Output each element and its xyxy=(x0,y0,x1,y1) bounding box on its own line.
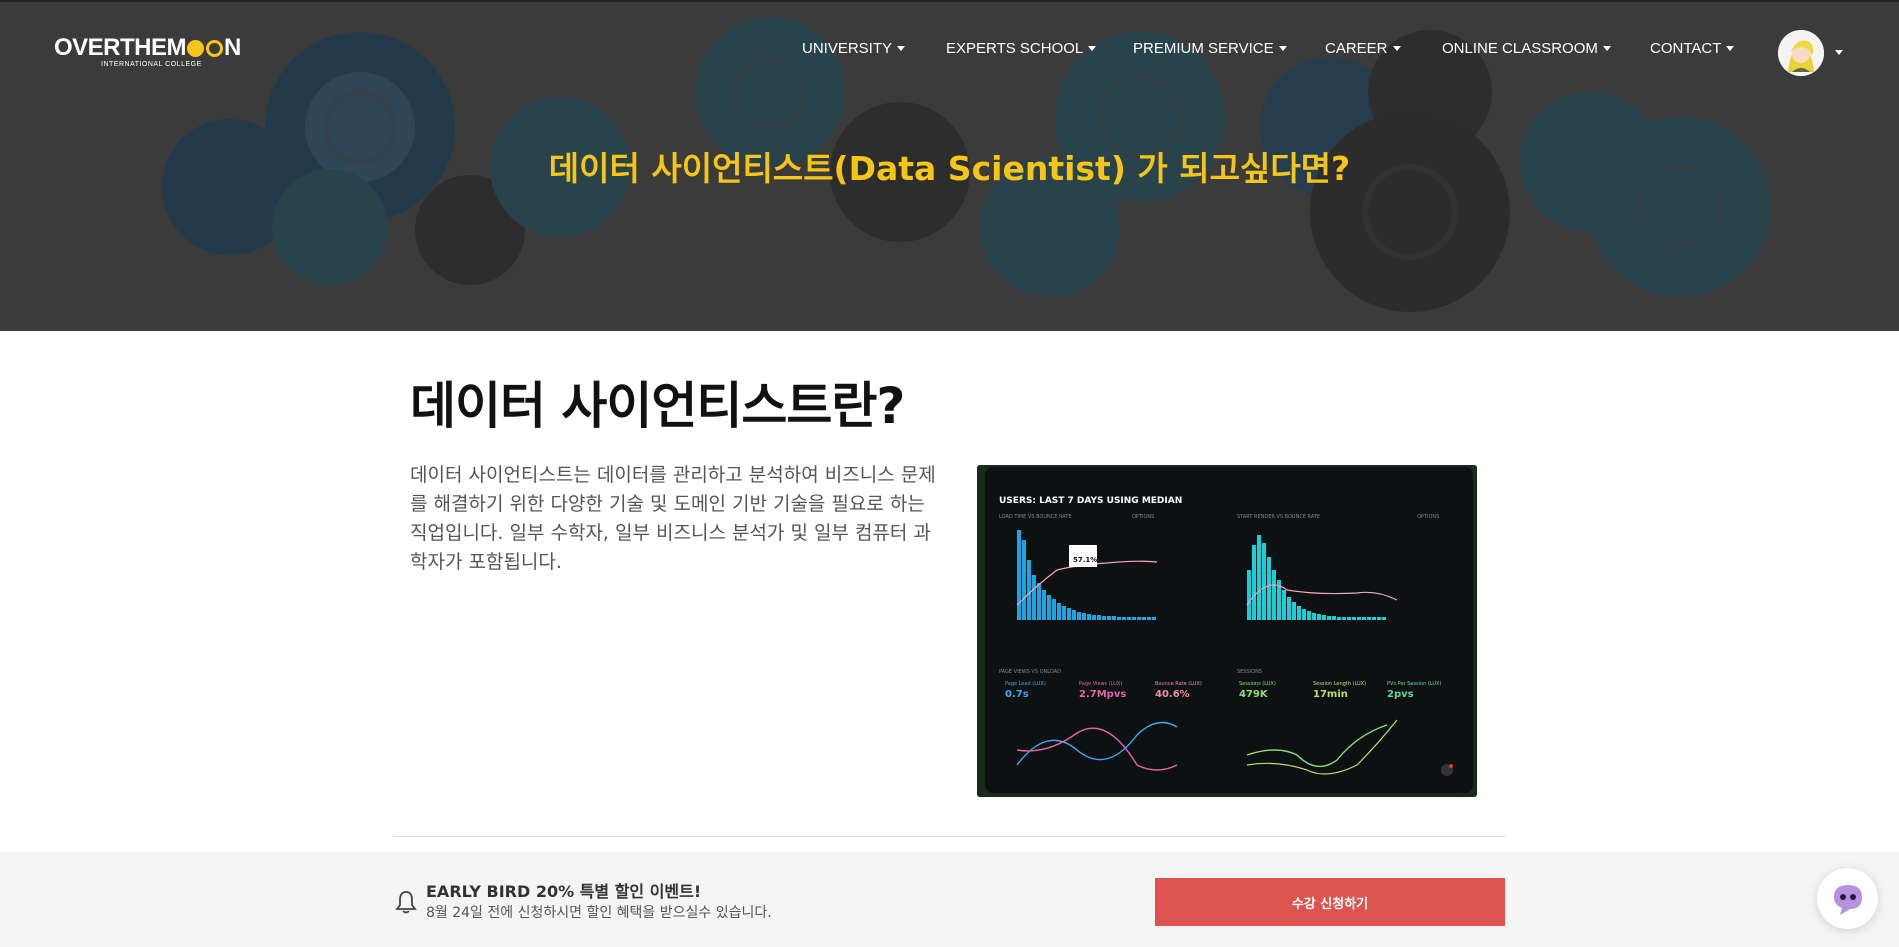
nav-premium-service[interactable]: PREMIUM SERVICE xyxy=(1133,40,1287,57)
caret-down-icon xyxy=(1392,46,1401,51)
dashboard-panel4-title: SESSIONS xyxy=(1237,669,1262,675)
bell-icon xyxy=(395,891,417,914)
analytics-dashboard-image: USERS: LAST 7 DAYS USING MEDIAN LOAD TIM… xyxy=(977,465,1477,797)
metric-value-4: 17min xyxy=(1313,689,1348,700)
avatar-character-icon xyxy=(1778,30,1824,76)
tooltip-value: 57.1% xyxy=(1073,556,1097,564)
metric-label-0: Page Load (LUX) xyxy=(1005,681,1046,687)
content-divider xyxy=(394,836,1505,837)
metric-value-3: 479K xyxy=(1239,689,1269,700)
promo-title: EARLY BIRD 20% 특별 할인 이벤트! xyxy=(426,882,702,901)
nav-experts-school-label: EXPERTS SCHOOL xyxy=(946,40,1084,57)
nav-contact-label: CONTACT xyxy=(1650,40,1722,57)
account-caret-down-icon[interactable] xyxy=(1835,50,1843,55)
section-title: 데이터 사이언티스트란? xyxy=(410,377,905,435)
nav-contact[interactable]: CONTACT xyxy=(1650,40,1735,57)
caret-down-icon xyxy=(897,46,906,51)
user-avatar[interactable] xyxy=(1778,30,1824,76)
nav-university-label: UNIVERSITY xyxy=(802,40,893,57)
nav-premium-service-label: PREMIUM SERVICE xyxy=(1133,40,1274,57)
dashboard-panel1-options: OPTIONS xyxy=(1132,514,1154,520)
nav-career-label: CAREER xyxy=(1325,40,1388,57)
promo-subtitle: 8월 24일 전에 신청하시면 할인 혜택을 받으실수 있습니다. xyxy=(426,905,772,921)
dashboard-notification-dot xyxy=(1449,764,1453,768)
enroll-button[interactable]: 수강 신청하기 xyxy=(1155,878,1505,926)
metric-value-2: 40.6% xyxy=(1155,689,1190,700)
promo-bar xyxy=(0,852,1899,947)
main-nav: UNIVERSITY EXPERTS SCHOOL PREMIUM SERVIC… xyxy=(0,40,1899,64)
caret-down-icon xyxy=(1602,46,1611,51)
metric-label-5: PVs Per Session (LUX) xyxy=(1387,681,1441,687)
caret-down-icon xyxy=(1088,46,1097,51)
dashboard-heading: USERS: LAST 7 DAYS USING MEDIAN xyxy=(999,496,1182,506)
chat-button[interactable] xyxy=(1817,868,1878,929)
metric-label-4: Session Length (LUX) xyxy=(1313,681,1366,687)
dashboard-panel2-options: OPTIONS xyxy=(1417,514,1439,520)
dashboard-panel3-title: PAGE VIEWS VS ONLOAD xyxy=(999,669,1061,675)
section-description: 데이터 사이언티스트는 데이터를 관리하고 분석하여 비즈니스 문제를 해결하기… xyxy=(410,464,936,573)
metric-value-5: 2pvs xyxy=(1387,689,1414,700)
caret-down-icon xyxy=(1278,46,1287,51)
caret-down-icon xyxy=(1726,46,1735,51)
metric-value-1: 2.7Mpvs xyxy=(1079,689,1126,700)
nav-career[interactable]: CAREER xyxy=(1325,40,1401,57)
hero-title: 데이터 사이언티스트(Data Scientist) 가 되고싶다면? xyxy=(548,149,1351,188)
metric-value-0: 0.7s xyxy=(1005,689,1029,700)
nav-university[interactable]: UNIVERSITY xyxy=(802,40,906,57)
dashboard-panel1-title: LOAD TIME VS BOUNCE RATE xyxy=(999,514,1072,520)
dashboard-illustration: USERS: LAST 7 DAYS USING MEDIAN LOAD TIM… xyxy=(977,465,1477,797)
metric-label-2: Bounce Rate (LUX) xyxy=(1155,681,1202,687)
nav-online-classroom[interactable]: ONLINE CLASSROOM xyxy=(1442,40,1611,57)
metric-label-3: Sessions (LUX) xyxy=(1239,681,1276,687)
metric-label-1: Page Views (LUX) xyxy=(1079,681,1122,687)
chat-bot-icon xyxy=(1833,884,1862,915)
hero-banner: OVERTHEM N INTERNATIONAL COLLEGE UNIVERS… xyxy=(0,0,1899,331)
dashboard-panel2-title: START RENDER VS BOUNCE RATE xyxy=(1237,514,1320,520)
nav-experts-school[interactable]: EXPERTS SCHOOL xyxy=(946,40,1097,57)
nav-online-classroom-label: ONLINE CLASSROOM xyxy=(1442,40,1598,57)
